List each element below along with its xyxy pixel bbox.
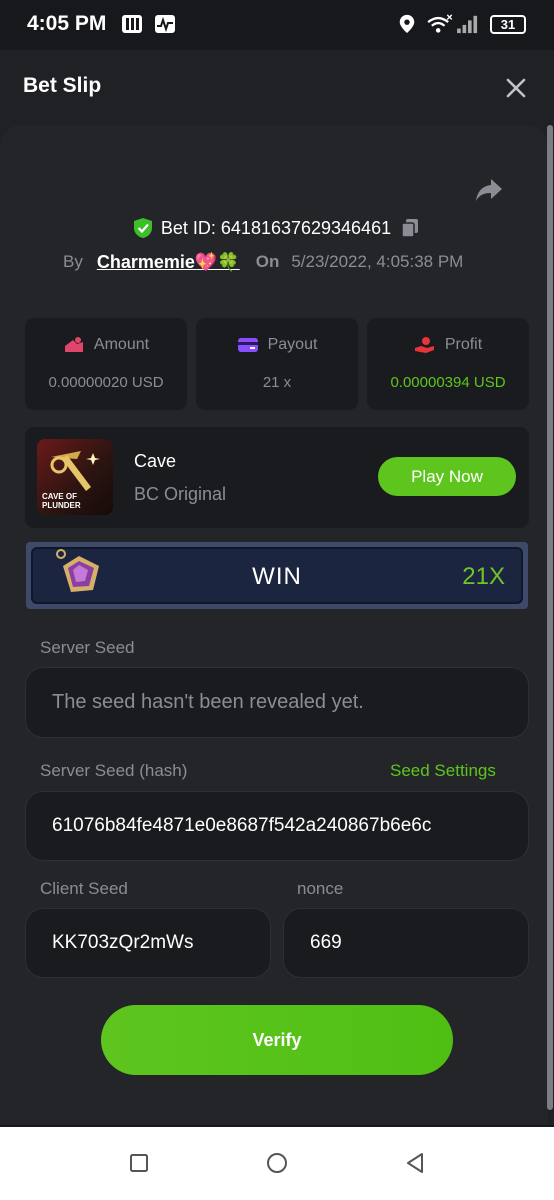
bet-id: Bet ID: 64181637629346461 [160, 217, 392, 238]
seed-settings-link[interactable]: Seed Settings [390, 761, 496, 781]
activity-icon [155, 15, 175, 33]
bet-date: 5/23/2022, 4:05:38 PM [291, 252, 464, 271]
by-label: By [63, 252, 83, 271]
status-time: 4:05 PM [27, 12, 107, 35]
parking-app-icon [122, 15, 142, 33]
game-name: Cave [134, 451, 177, 471]
amount-label: Amount [93, 336, 150, 353]
server-seed-label: Server Seed [40, 638, 135, 657]
profit-hand-icon [414, 337, 434, 353]
amount-label-row: Amount [25, 336, 187, 354]
nonce-value: 669 [310, 932, 342, 953]
page-title: Bet Slip [23, 74, 102, 97]
system-nav-bar [0, 1127, 554, 1200]
location-icon [399, 14, 415, 34]
server-seed-hash-value: 61076b84fe4871e0e8687f542a240867b6e6c [52, 815, 432, 836]
status-bar: 4:05 PM 31 [0, 0, 554, 50]
result-banner: WIN 21X [26, 542, 528, 609]
play-now-button[interactable]: Play Now [378, 457, 516, 496]
payout-card-icon [237, 338, 258, 352]
username-link[interactable]: Charmemie💖🍀 [97, 252, 240, 273]
server-seed-hash-field[interactable]: 61076b84fe4871e0e8687f542a240867b6e6c [25, 791, 529, 861]
copy-icon[interactable] [399, 217, 421, 239]
wifi-icon [427, 14, 453, 33]
game-provider: BC Original [134, 484, 227, 504]
client-seed-value: KK703zQr2mWs [52, 932, 194, 953]
home-icon[interactable] [265, 1151, 289, 1175]
client-seed-field[interactable]: KK703zQr2mWs [25, 908, 271, 978]
amount-value: 0.00000020 USD [48, 374, 164, 391]
result-label: WIN [252, 563, 302, 590]
game-card: CAVE OF PLUNDER Cave BC Original Play No… [25, 427, 529, 528]
battery-level: 31 [500, 17, 516, 32]
profit-label-row: Profit [367, 336, 529, 354]
battery-icon: 31 [490, 15, 526, 34]
result-banner-inner: WIN 21X [31, 547, 523, 604]
recents-icon[interactable] [127, 1151, 151, 1175]
server-seed-value: The seed hasn't been revealed yet. [52, 691, 364, 713]
amount-icon [64, 337, 83, 352]
author-row: By Charmemie💖🍀 On 5/23/2022, 4:05:38 PM [63, 250, 463, 274]
profit-card: Profit 0.00000394 USD [367, 318, 529, 410]
verify-button[interactable]: Verify [101, 1005, 453, 1075]
back-icon[interactable] [403, 1151, 427, 1175]
close-icon[interactable] [504, 76, 528, 100]
verified-shield-icon [133, 218, 152, 238]
amount-card: Amount 0.00000020 USD [25, 318, 187, 410]
game-thumb-title: CAVE OF PLUNDER [42, 492, 81, 510]
share-icon[interactable] [474, 176, 504, 204]
header: Bet Slip [0, 50, 554, 125]
client-seed-label: Client Seed [40, 879, 128, 898]
server-seed-hash-label: Server Seed (hash) [40, 761, 188, 780]
scrollbar[interactable] [547, 125, 553, 1110]
game-thumbnail[interactable]: CAVE OF PLUNDER [37, 439, 113, 515]
result-multiplier: 21X [462, 563, 505, 590]
nonce-field[interactable]: 669 [283, 908, 529, 978]
payout-label-row: Payout [196, 336, 358, 354]
on-label: On [255, 252, 280, 271]
profit-label: Profit [444, 336, 483, 353]
payout-label: Payout [267, 336, 318, 353]
bet-id-row: Bet ID: 64181637629346461 [0, 215, 554, 241]
profit-value: 0.00000394 USD [390, 374, 506, 391]
server-seed-field[interactable]: The seed hasn't been revealed yet. [25, 667, 529, 738]
payout-card: Payout 21 x [196, 318, 358, 410]
signal-icon [457, 15, 478, 34]
payout-value: 21 x [262, 374, 292, 391]
nonce-label: nonce [297, 879, 344, 898]
